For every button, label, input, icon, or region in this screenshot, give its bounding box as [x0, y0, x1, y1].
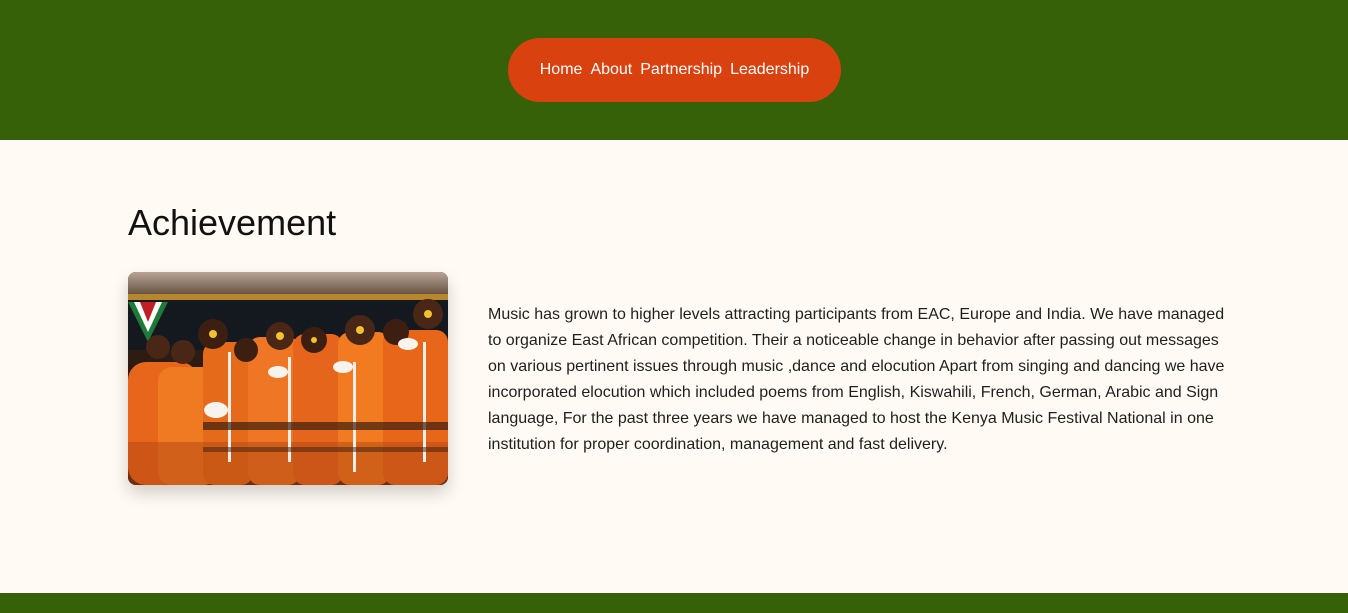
main-nav: Home About Partnership Leadership	[508, 38, 841, 102]
site-footer	[0, 593, 1348, 613]
nav-home[interactable]: Home	[540, 61, 583, 79]
nav-partnership[interactable]: Partnership	[640, 61, 722, 79]
section-title: Achievement	[128, 202, 337, 243]
performers-image	[128, 272, 448, 485]
nav-leadership[interactable]: Leadership	[730, 61, 809, 79]
nav-about[interactable]: About	[590, 61, 632, 79]
achievement-description: Music has grown to higher levels attract…	[488, 306, 1225, 453]
site-header: Home About Partnership Leadership	[0, 0, 1348, 140]
achievement-photo	[128, 272, 448, 485]
